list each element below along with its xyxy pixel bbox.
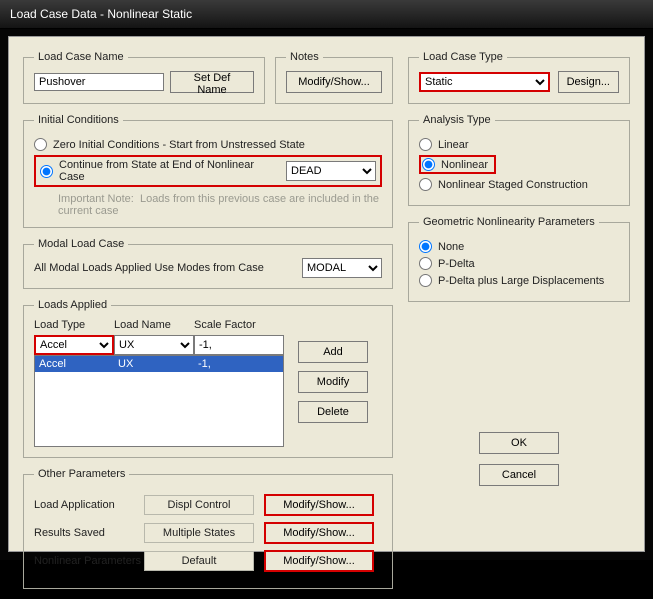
right-column: Load Case Type Static Design... Analysis… <box>408 51 630 486</box>
design-button[interactable]: Design... <box>558 71 619 93</box>
gn-pdelta-large-label: P-Delta plus Large Displacements <box>438 275 604 287</box>
load-application-modify-button[interactable]: Modify/Show... <box>264 494 374 516</box>
cancel-button[interactable]: Cancel <box>479 464 559 486</box>
notes-modify-show-button[interactable]: Modify/Show... <box>286 71 382 93</box>
nonlinear-params-value: Default <box>144 551 254 571</box>
set-def-name-button[interactable]: Set Def Name <box>170 71 254 93</box>
results-saved-value: Multiple States <box>144 523 254 543</box>
notes-legend: Notes <box>286 51 323 63</box>
modal-load-case-label: All Modal Loads Applied Use Modes from C… <box>34 262 296 274</box>
modify-button[interactable]: Modify <box>298 371 368 393</box>
initial-conditions-legend: Initial Conditions <box>34 114 123 126</box>
results-saved-label: Results Saved <box>34 527 144 539</box>
load-case-type-legend: Load Case Type <box>419 51 507 63</box>
load-type-select[interactable]: Accel <box>34 335 114 355</box>
load-case-type-group: Load Case Type Static Design... <box>408 51 630 104</box>
notes-group: Notes Modify/Show... <box>275 51 393 104</box>
geometric-nonlinearity-legend: Geometric Nonlinearity Parameters <box>419 216 599 228</box>
loads-applied-legend: Loads Applied <box>34 299 111 311</box>
zero-initial-radio[interactable] <box>34 138 47 151</box>
nonlinear-radio[interactable] <box>422 158 435 171</box>
scale-factor-input[interactable] <box>194 335 284 355</box>
results-saved-modify-button[interactable]: Modify/Show... <box>264 522 374 544</box>
list-item[interactable]: -1, <box>194 356 283 372</box>
gn-none-label: None <box>438 241 464 253</box>
window-title: Load Case Data - Nonlinear Static <box>10 7 192 21</box>
load-application-value: Displ Control <box>144 495 254 515</box>
dialog-buttons: OK Cancel <box>408 432 630 486</box>
zero-initial-label: Zero Initial Conditions - Start from Uns… <box>53 139 305 151</box>
load-case-name-group: Load Case Name Set Def Name <box>23 51 265 104</box>
add-button[interactable]: Add <box>298 341 368 363</box>
analysis-type-group: Analysis Type Linear Nonlinear Nonlinear <box>408 114 630 206</box>
analysis-type-legend: Analysis Type <box>419 114 495 126</box>
load-name-list[interactable]: UX <box>114 355 194 447</box>
initial-conditions-group: Initial Conditions Zero Initial Conditio… <box>23 114 393 228</box>
load-case-name-legend: Load Case Name <box>34 51 128 63</box>
load-name-header: Load Name <box>114 319 194 333</box>
staged-label: Nonlinear Staged Construction <box>438 179 588 191</box>
important-note-label: Important Note: <box>58 193 134 205</box>
ok-button[interactable]: OK <box>479 432 559 454</box>
nonlinear-params-label: Nonlinear Parameters <box>34 555 144 567</box>
delete-button[interactable]: Delete <box>298 401 368 423</box>
gn-pdelta-radio[interactable] <box>419 257 432 270</box>
list-item[interactable]: UX <box>114 356 194 372</box>
list-item[interactable]: Accel <box>35 356 114 372</box>
scale-factor-header: Scale Factor <box>194 319 284 333</box>
left-column: Load Case Name Set Def Name Notes Modify… <box>23 51 393 599</box>
other-parameters-legend: Other Parameters <box>34 468 129 480</box>
load-application-label: Load Application <box>34 499 144 511</box>
scale-factor-list[interactable]: -1, <box>194 355 284 447</box>
load-name-select[interactable]: UX <box>114 335 194 355</box>
modal-case-select[interactable]: MODAL <box>302 258 382 278</box>
linear-label: Linear <box>438 139 469 151</box>
nonlinear-params-modify-button[interactable]: Modify/Show... <box>264 550 374 572</box>
load-type-header: Load Type <box>34 319 114 333</box>
modal-load-case-legend: Modal Load Case <box>34 238 128 250</box>
nonlinear-label: Nonlinear <box>441 159 488 171</box>
modal-load-case-group: Modal Load Case All Modal Loads Applied … <box>23 238 393 289</box>
linear-radio[interactable] <box>419 138 432 151</box>
client-area: Load Case Name Set Def Name Notes Modify… <box>8 36 645 552</box>
loads-applied-group: Loads Applied Load Type Accel Accel <box>23 299 393 458</box>
gn-none-radio[interactable] <box>419 240 432 253</box>
dialog-window: Load Case Data - Nonlinear Static Load C… <box>0 0 653 560</box>
gn-pdelta-large-radio[interactable] <box>419 274 432 287</box>
staged-radio[interactable] <box>419 178 432 191</box>
other-parameters-group: Other Parameters Load Application Displ … <box>23 468 393 589</box>
continue-from-state-radio[interactable] <box>40 165 53 178</box>
gn-pdelta-label: P-Delta <box>438 258 475 270</box>
load-case-name-input[interactable] <box>34 73 164 91</box>
titlebar: Load Case Data - Nonlinear Static <box>0 0 653 29</box>
load-type-list[interactable]: Accel <box>34 355 114 447</box>
load-case-type-select[interactable]: Static <box>419 72 550 92</box>
continue-from-state-label: Continue from State at End of Nonlinear … <box>59 159 280 183</box>
geometric-nonlinearity-group: Geometric Nonlinearity Parameters None P… <box>408 216 630 302</box>
continue-case-select[interactable]: DEAD <box>286 161 376 181</box>
